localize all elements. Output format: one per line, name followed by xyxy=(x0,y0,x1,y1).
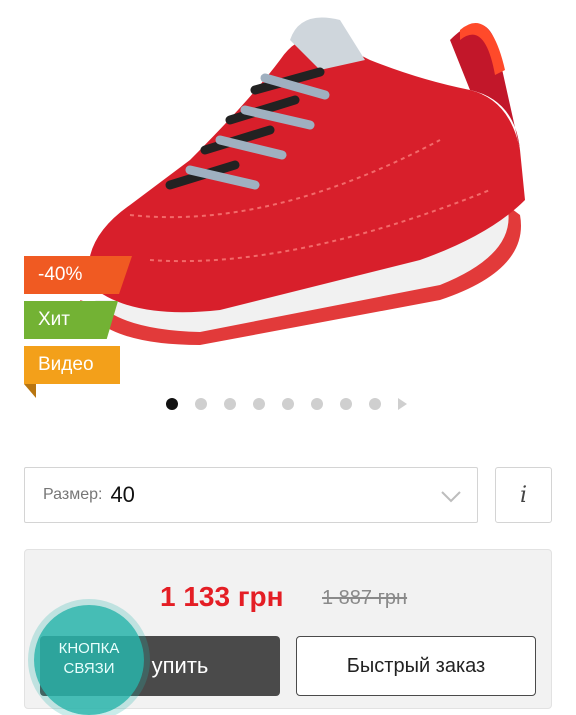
gallery-dot[interactable] xyxy=(195,398,207,410)
gallery-dot[interactable] xyxy=(311,398,323,410)
hit-badge: Хит xyxy=(24,301,118,339)
gallery-dot[interactable] xyxy=(253,398,265,410)
contact-widget-line2: СВЯЗИ xyxy=(63,660,115,677)
gallery-dot[interactable] xyxy=(340,398,352,410)
quick-order-button[interactable]: Быстрый заказ xyxy=(296,636,536,696)
gallery-next-arrow-icon[interactable] xyxy=(398,398,407,410)
video-badge[interactable]: Видео xyxy=(24,346,120,384)
chevron-down-icon xyxy=(441,491,461,503)
size-value: 40 xyxy=(110,482,135,507)
gallery-dot[interactable] xyxy=(282,398,294,410)
gallery-dot[interactable] xyxy=(166,398,178,410)
size-label: Размер: xyxy=(43,486,103,503)
contact-widget-line1: КНОПКА xyxy=(58,640,120,657)
gallery-dot[interactable] xyxy=(224,398,236,410)
size-info-button[interactable]: i xyxy=(495,467,552,523)
gallery-pagination xyxy=(166,397,407,411)
size-select[interactable]: Размер: 40 xyxy=(24,467,478,523)
current-price: 1 133 грн xyxy=(160,581,284,612)
discount-badge: -40% xyxy=(24,256,132,294)
old-price: 1 887 грн xyxy=(322,587,408,609)
gallery-dot[interactable] xyxy=(369,398,381,410)
badge-fold-decoration xyxy=(24,384,36,398)
